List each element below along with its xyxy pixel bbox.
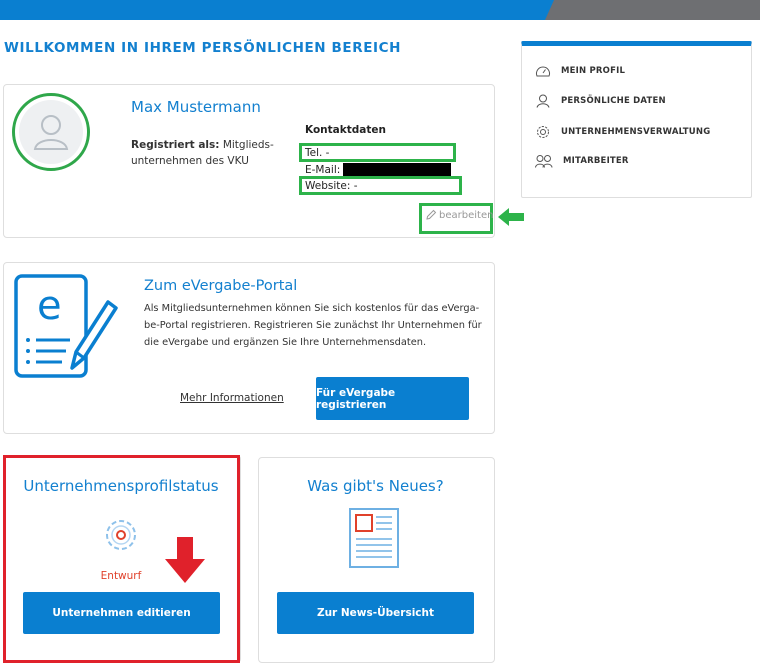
top-bar-accent bbox=[545, 0, 760, 20]
newspaper-icon bbox=[349, 508, 399, 568]
user-avatar-icon bbox=[33, 115, 69, 150]
pencil-icon bbox=[426, 209, 437, 220]
email-label: E-Mail: bbox=[305, 164, 341, 176]
registration-info: Registriert als: Mitglieds- unternehmen … bbox=[131, 137, 291, 169]
evergabe-text-line: Als Mitgliedsunternehmen können Sie sich… bbox=[144, 303, 480, 314]
gear-icon bbox=[537, 126, 549, 138]
tel-field: Tel. - bbox=[305, 147, 330, 159]
sidebar-item-label: MEIN PROFIL bbox=[561, 66, 626, 76]
website-field: Website: - bbox=[305, 180, 358, 192]
edit-label: bearbeiten bbox=[439, 209, 494, 221]
evergabe-document-icon: e bbox=[14, 274, 118, 378]
sidebar-item-label: PERSÖNLICHE DATEN bbox=[561, 96, 666, 106]
more-info-link[interactable]: Mehr Informationen bbox=[180, 392, 284, 404]
page-title: WILLKOMMEN IN IHREM PERSÖNLICHEN BEREICH bbox=[4, 40, 402, 56]
sidebar-item-label: UNTERNEHMENSVERWALTUNG bbox=[561, 127, 711, 137]
evergabe-description: Als Mitgliedsunternehmen können Sie sich… bbox=[144, 300, 484, 351]
sidebar-item-mitarbeiter[interactable]: MITARBEITER bbox=[535, 154, 629, 168]
green-arrow-icon bbox=[498, 208, 524, 226]
sidebar-item-unternehmensverwaltung[interactable]: UNTERNEHMENSVERWALTUNG bbox=[535, 124, 710, 140]
red-arrow-icon bbox=[165, 537, 205, 583]
svg-text:e: e bbox=[37, 283, 62, 329]
contact-heading: Kontaktdaten bbox=[305, 124, 386, 136]
edit-link[interactable]: bearbeiten bbox=[425, 209, 493, 221]
news-tile-title: Was gibt's Neues? bbox=[307, 477, 444, 495]
edit-company-button[interactable]: Unternehmen editieren bbox=[23, 592, 220, 634]
evergabe-text-line: be-Portal registrieren. Registrieren Sie… bbox=[144, 320, 482, 331]
registered-value-1: Mitglieds- bbox=[222, 139, 274, 151]
profile-name: Max Mustermann bbox=[131, 98, 261, 116]
avatar[interactable] bbox=[12, 93, 90, 171]
news-overview-button[interactable]: Zur News-Übersicht bbox=[277, 592, 474, 634]
register-evergabe-button[interactable]: Für eVergabe registrieren bbox=[316, 377, 469, 420]
evergabe-title: Zum eVergabe-Portal bbox=[144, 278, 298, 294]
sidebar-item-persoenliche-daten[interactable]: PERSÖNLICHE DATEN bbox=[535, 94, 666, 108]
evergabe-text-line: die eVergabe und ergänzen Sie Ihre Unter… bbox=[144, 337, 427, 348]
person-icon bbox=[536, 94, 550, 108]
status-tile-title: Unternehmensprofilstatus bbox=[23, 477, 219, 495]
sidebar-item-label: MITARBEITER bbox=[563, 156, 629, 166]
email-redacted bbox=[343, 163, 451, 176]
people-icon bbox=[535, 155, 553, 168]
sidebar-item-mein-profil[interactable]: MEIN PROFIL bbox=[535, 64, 625, 78]
gear-status-icon bbox=[106, 520, 136, 550]
registered-value-2: unternehmen des VKU bbox=[131, 155, 249, 167]
gauge-icon bbox=[536, 66, 550, 77]
registered-label: Registriert als: bbox=[131, 139, 220, 151]
